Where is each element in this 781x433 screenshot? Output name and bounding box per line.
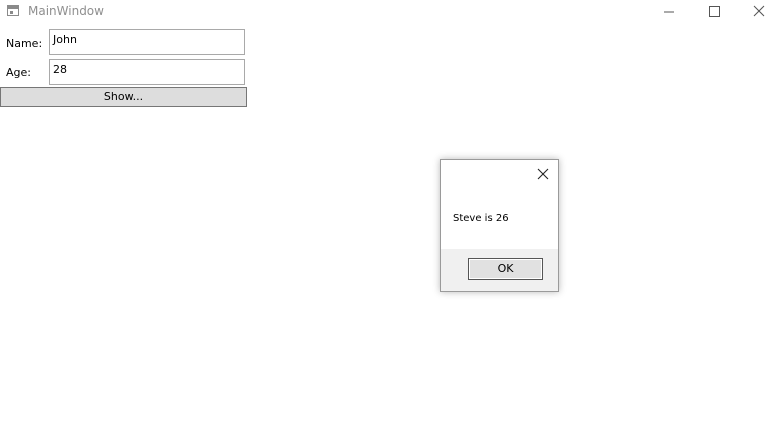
close-icon (537, 168, 549, 180)
age-label: Age: (6, 66, 31, 79)
title-bar: MainWindow (0, 0, 781, 24)
message-box-close-button[interactable] (536, 166, 552, 182)
age-field[interactable]: 28 (49, 59, 245, 85)
message-box: Steve is 26 OK (440, 159, 559, 292)
message-text: Steve is 26 (453, 213, 509, 224)
ok-button[interactable]: OK (468, 258, 543, 280)
window-icon (7, 5, 19, 16)
message-box-footer: OK (441, 249, 558, 291)
close-icon (753, 5, 765, 17)
minimize-button[interactable] (646, 0, 692, 24)
window-title: MainWindow (28, 4, 104, 18)
maximize-icon (709, 6, 720, 17)
minimize-icon (664, 11, 674, 13)
name-label: Name: (6, 37, 43, 50)
name-field[interactable]: John (49, 29, 245, 55)
show-button[interactable]: Show... (0, 87, 247, 107)
maximize-button[interactable] (692, 0, 738, 24)
close-window-button[interactable] (736, 0, 781, 24)
